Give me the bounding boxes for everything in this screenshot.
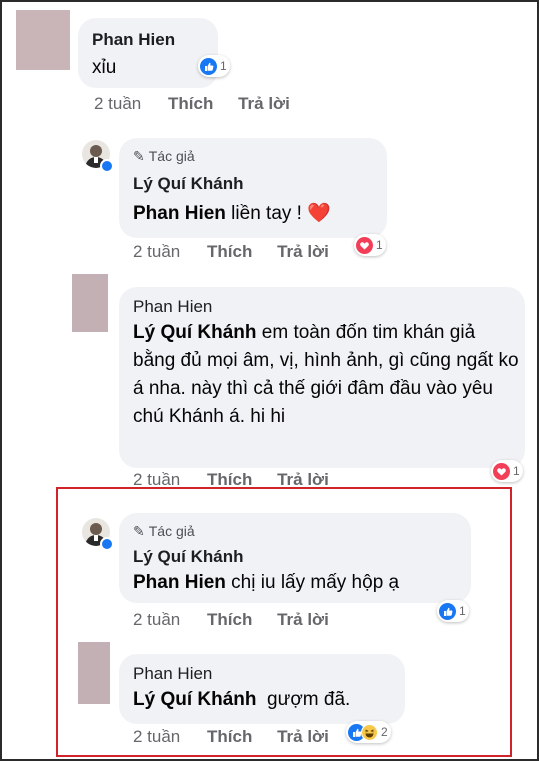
avatar[interactable] [78, 642, 110, 704]
comment-bubble: ✎ Tác giả Lý Quí Khánh Phan Hien liền tay… [119, 138, 387, 238]
like-button[interactable]: Thích [207, 727, 252, 747]
reaction-summary[interactable]: 2 [346, 721, 391, 743]
pencil-icon: ✎ [133, 523, 145, 539]
reaction-count: 1 [513, 464, 520, 478]
comment-time[interactable]: 2 tuần [133, 727, 180, 747]
mention-link[interactable]: Lý Quí Khánh [133, 689, 257, 710]
avatar[interactable] [82, 140, 114, 173]
avatar[interactable] [82, 518, 114, 551]
comment-time[interactable]: 2 tuần [94, 94, 141, 114]
comment-author[interactable]: Phan Hien [133, 664, 212, 684]
avatar[interactable] [72, 274, 108, 332]
mention-link[interactable]: Phan Hien [133, 572, 226, 593]
author-badge: ✎ Tác giả [133, 148, 195, 164]
love-icon [493, 462, 510, 480]
reaction-count: 2 [381, 725, 388, 739]
love-icon [356, 236, 373, 254]
reaction-count: 1 [376, 238, 383, 252]
comment-actions: 2 tuần Thích Trả lời [133, 242, 329, 262]
mention-link[interactable]: Lý Quí Khánh [133, 322, 257, 343]
comment-author[interactable]: Lý Quí Khánh [133, 547, 244, 567]
comment-text: Phan Hien chị iu lấy mấy hộp ạ [133, 572, 400, 593]
comment-time[interactable]: 2 tuần [133, 610, 180, 630]
like-button[interactable]: Thích [168, 94, 213, 114]
avatar[interactable] [16, 10, 70, 70]
like-button[interactable]: Thích [207, 610, 252, 630]
pencil-icon: ✎ [133, 148, 145, 164]
comment-actions: 2 tuần Thích Trả lời [94, 94, 290, 114]
reply-button[interactable]: Trả lời [277, 242, 329, 262]
mention-link[interactable]: Phan Hien [133, 203, 226, 224]
verified-badge-icon [100, 537, 114, 551]
like-icon [200, 57, 217, 75]
reaction-summary[interactable]: 1 [354, 234, 386, 256]
haha-icon [361, 723, 378, 741]
reply-button[interactable]: Trả lời [277, 610, 329, 630]
comment-actions: 2 tuần Thích Trả lời [133, 610, 329, 630]
reaction-summary[interactable]: 1 [491, 460, 523, 482]
like-icon [439, 602, 456, 620]
comment-author[interactable]: Phan Hien [133, 297, 212, 317]
comment-bubble: Phan Hien xỉu [78, 18, 218, 88]
verified-badge-icon [100, 159, 114, 173]
comment-text: Lý Quí Khánh gượm đã. [133, 689, 351, 710]
comment-text: xỉu [92, 57, 117, 78]
comment-text: Phan Hien liền tay ! ❤️ [133, 203, 331, 224]
reaction-count: 1 [220, 59, 227, 73]
comment-author[interactable]: Lý Quí Khánh [133, 174, 244, 194]
comment-actions: 2 tuần Thích Trả lời [133, 727, 329, 747]
comment-bubble: Phan Hien Lý Quí Khánh gượm đã. [119, 654, 405, 724]
comment-text: Lý Quí Khánh em toàn đốn tim khán giả bằ… [133, 322, 519, 427]
reply-button[interactable]: Trả lời [277, 727, 329, 747]
reaction-count: 1 [459, 604, 466, 618]
comment-bubble: ✎ Tác giả Lý Quí Khánh Phan Hien chị iu l… [119, 513, 471, 603]
comment-time[interactable]: 2 tuần [133, 242, 180, 262]
comment-bubble: Phan Hien Lý Quí Khánh em toàn đốn tim k… [119, 287, 525, 468]
like-button[interactable]: Thích [207, 242, 252, 262]
reply-button[interactable]: Trả lời [238, 94, 290, 114]
reaction-summary[interactable]: 1 [198, 55, 230, 77]
author-badge: ✎ Tác giả [133, 523, 195, 539]
reaction-summary[interactable]: 1 [437, 600, 469, 622]
comment-author[interactable]: Phan Hien [92, 30, 175, 50]
